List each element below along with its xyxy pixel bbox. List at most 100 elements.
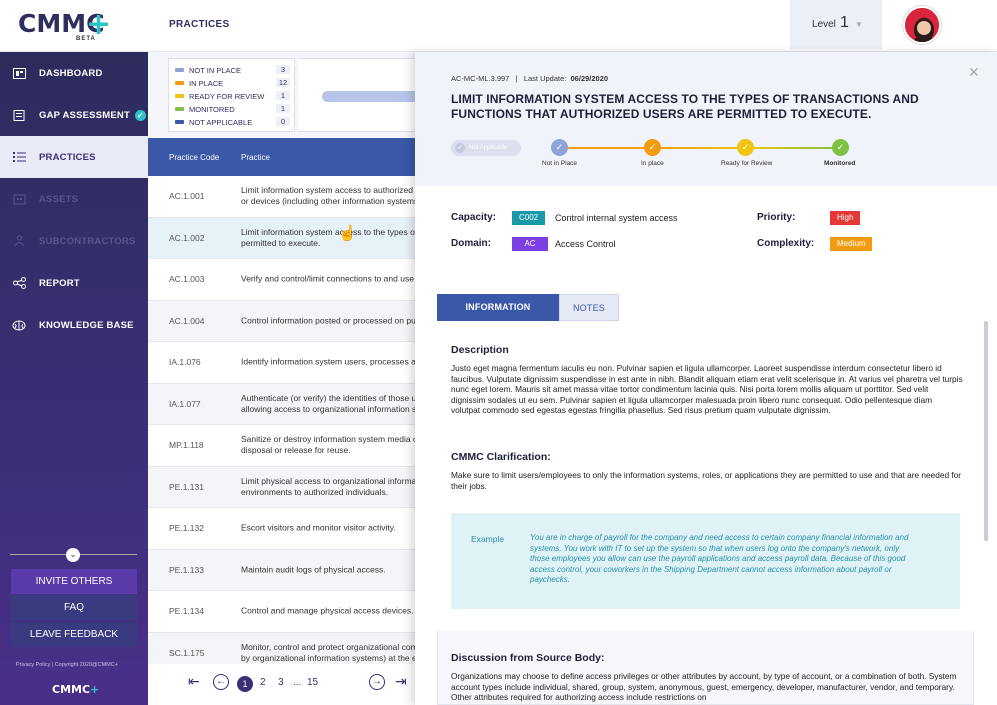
first-page-icon[interactable]: ⇤ bbox=[188, 673, 200, 690]
page-3-button[interactable]: 3 bbox=[278, 677, 284, 688]
practice-code: PE.1.131 bbox=[169, 481, 204, 492]
sidebar-item-assets[interactable]: ASSETS bbox=[0, 178, 148, 220]
invite-others-button[interactable]: INVITE OTHERS bbox=[11, 569, 137, 594]
last-update-label: Last Update: bbox=[523, 74, 567, 83]
step-connector bbox=[746, 147, 840, 149]
column-header-practice[interactable]: Practice bbox=[241, 153, 270, 162]
step-not-in-place[interactable]: ✓ bbox=[551, 139, 568, 156]
practice-code: AC.1.001 bbox=[169, 191, 205, 202]
practice-text: Control and manage physical access devic… bbox=[241, 605, 414, 616]
table-row[interactable]: PE.1.132 Escort visitors and monitor visi… bbox=[148, 508, 418, 550]
people-icon bbox=[12, 235, 26, 247]
legend-count: 3 bbox=[276, 65, 290, 74]
sidebar-item-practices[interactable]: PRACTICES bbox=[0, 136, 148, 178]
step-in-place[interactable]: ✓ bbox=[644, 139, 661, 156]
swatch bbox=[175, 94, 184, 98]
practice-text: Escort visitors and monitor visitor acti… bbox=[241, 522, 396, 533]
swatch bbox=[175, 68, 184, 72]
status-legend: NOT IN PLACE 3 IN PLACE 12 READY FOR REV… bbox=[168, 58, 295, 132]
label-text: Complexity: bbox=[757, 238, 815, 249]
practice-code: PE.1.133 bbox=[169, 564, 204, 575]
dashboard-icon bbox=[12, 67, 26, 79]
logo[interactable]: CMMC + BETA bbox=[18, 7, 111, 43]
prev-page-icon[interactable]: ← bbox=[213, 674, 229, 690]
avatar[interactable] bbox=[903, 6, 941, 44]
practice-code: IA.1.077 bbox=[169, 398, 201, 409]
practice-code: AC.1.004 bbox=[169, 315, 205, 326]
table-header: Practice Code Practice bbox=[148, 138, 418, 176]
sidebar-item-knowledge-base[interactable]: KNOWLEDGE BASE bbox=[0, 304, 148, 346]
capacity-label: Capacity: bbox=[451, 212, 496, 223]
domain-label: Domain: bbox=[451, 238, 491, 249]
swatch bbox=[175, 120, 184, 124]
footer-logo-word: CMMC bbox=[52, 683, 91, 696]
faq-button[interactable]: FAQ bbox=[11, 595, 137, 620]
leave-feedback-button[interactable]: LEAVE FEEDBACK bbox=[11, 622, 137, 647]
legend-item: NOT IN PLACE bbox=[175, 64, 241, 76]
page-15-button[interactable]: 15 bbox=[307, 677, 318, 688]
table-row[interactable]: AC.1.001 Limit information system access … bbox=[148, 176, 418, 218]
footer-links[interactable]: Privacy Policy | Copyright 2020@CMMC+ bbox=[16, 662, 118, 668]
check-icon: ✓ bbox=[455, 143, 465, 153]
practice-code: AC.1.002 bbox=[169, 232, 205, 243]
label-text: Capacity: bbox=[451, 212, 497, 223]
table-row[interactable]: PE.1.134 Control and manage physical acce… bbox=[148, 591, 418, 633]
practice-text: Control information posted or processed … bbox=[241, 315, 418, 326]
legend-count: 1 bbox=[276, 91, 290, 100]
priority-label: Priority: bbox=[757, 212, 795, 223]
practice-code: AC.1.003 bbox=[169, 274, 205, 285]
close-icon[interactable]: ✕ bbox=[968, 64, 980, 81]
sidebar-item-subcontractors[interactable]: SUBCONTRACTORS bbox=[0, 220, 148, 262]
table-row[interactable]: AC.1.004 Control information posted or pr… bbox=[148, 300, 418, 342]
tab-information[interactable]: INFORMATION bbox=[437, 294, 559, 321]
table-row[interactable]: IA.1.077 Authenticate (or verify) the ide… bbox=[148, 383, 418, 425]
step-monitored[interactable]: ✓ bbox=[832, 139, 849, 156]
scrollbar[interactable] bbox=[984, 321, 988, 541]
practice-code: PE.1.132 bbox=[169, 523, 204, 534]
legend-label: NOT IN PLACE bbox=[189, 65, 241, 75]
clarification-heading: CMMC Clarification: bbox=[451, 451, 551, 463]
table-row[interactable]: PE.1.133 Maintain audit logs of physical … bbox=[148, 549, 418, 591]
step-label: Ready for Review bbox=[721, 160, 773, 167]
discussion-text: Organizations may choose to define acces… bbox=[451, 671, 957, 703]
step-label: Not in Place bbox=[542, 160, 578, 167]
page-1-button[interactable]: 1 bbox=[237, 676, 253, 692]
table-row[interactable]: AC.1.003 Verify and control/limit connect… bbox=[148, 259, 418, 301]
table-row[interactable]: AC.1.002 Limit information system access … bbox=[148, 217, 418, 259]
practice-text: Authenticate (or verify) the identities … bbox=[241, 392, 418, 414]
swatch bbox=[175, 107, 184, 111]
discussion-heading: Discussion from Source Body: bbox=[451, 652, 605, 664]
last-page-icon[interactable]: ⇥ bbox=[395, 673, 407, 690]
example-box: Example You are in charge of payroll for… bbox=[451, 513, 960, 609]
chevron-down-icon[interactable]: ⌄ bbox=[66, 548, 80, 562]
tab-notes[interactable]: NOTES bbox=[559, 294, 619, 321]
sidebar-item-label: KNOWLEDGE BASE bbox=[39, 319, 134, 331]
practice-text: Limit physical access to organizational … bbox=[241, 475, 418, 497]
not-applicable-toggle[interactable]: ✓ Not Applicable bbox=[451, 140, 521, 156]
table-row[interactable]: PE.1.131 Limit physical access to organiz… bbox=[148, 466, 418, 508]
sidebar-item-label: DASHBOARD bbox=[39, 67, 103, 79]
next-page-icon[interactable]: → bbox=[369, 674, 385, 690]
not-applicable-label: Not Applicable bbox=[469, 145, 508, 151]
page-title: PRACTICES bbox=[169, 19, 230, 30]
sidebar-item-gap-assessment[interactable]: GAP ASSESSMENT ✓ bbox=[0, 94, 148, 136]
top-bar: CMMC + BETA PRACTICES Level 1 ▼ bbox=[0, 0, 997, 52]
table-row[interactable]: MP.1.118 Sanitize or destroy information … bbox=[148, 425, 418, 467]
level-selector[interactable]: Level 1 ▼ bbox=[790, 0, 882, 49]
clarification-text: Make sure to limit users/employees to on… bbox=[451, 470, 962, 491]
table-row[interactable]: IA.1.076 Identify information system user… bbox=[148, 342, 418, 384]
practice-meta: AC-MC-ML.3.997 | Last Update: 06/29/2020 bbox=[451, 74, 609, 83]
sidebar-item-dashboard[interactable]: DASHBOARD bbox=[0, 52, 148, 94]
step-label: In place bbox=[641, 160, 664, 167]
label-text: Domain: bbox=[451, 238, 491, 249]
sidebar-item-label: ASSETS bbox=[39, 193, 79, 205]
page-2-button[interactable]: 2 bbox=[260, 677, 266, 688]
description-heading: Description bbox=[451, 344, 509, 356]
column-header-code[interactable]: Practice Code bbox=[169, 153, 219, 162]
sidebar-item-label: GAP ASSESSMENT bbox=[39, 109, 130, 121]
page-ellipsis: ... bbox=[293, 677, 302, 688]
sidebar-item-report[interactable]: REPORT bbox=[0, 262, 148, 304]
level-label: Level bbox=[812, 19, 836, 30]
check-icon: ✓ bbox=[134, 109, 146, 121]
step-ready-for-review[interactable]: ✓ bbox=[737, 139, 754, 156]
